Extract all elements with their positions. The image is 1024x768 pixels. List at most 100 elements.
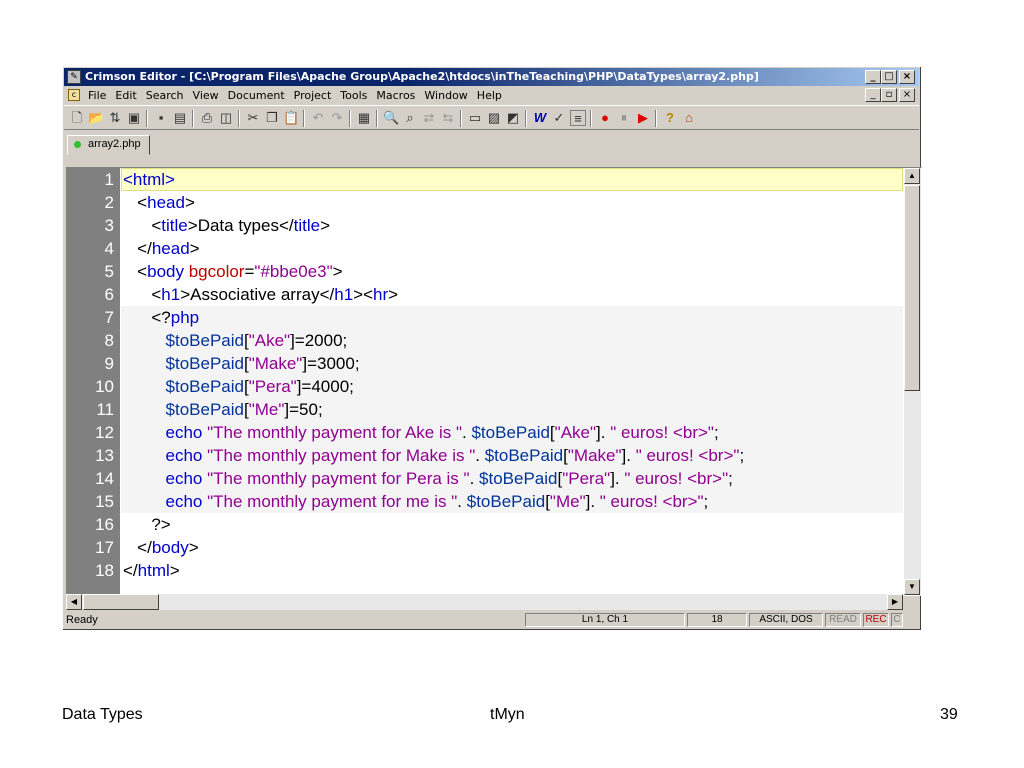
scroll-down-button[interactable]: ▼ (904, 579, 920, 595)
scroll-left-button[interactable]: ◀ (66, 594, 82, 610)
code-token: head (151, 239, 190, 258)
replace-icon[interactable]: ⇄ (421, 110, 437, 126)
pause-macro-icon[interactable]: ⏸ (616, 110, 632, 126)
code-line[interactable]: 18 </html> (67, 559, 903, 582)
new-file-icon[interactable]: 🗋 (69, 110, 85, 126)
code-line[interactable]: 10 $toBePaid["Pera"]=4000; (67, 375, 903, 398)
line-number: 15 (95, 492, 114, 511)
tab-array2-php[interactable]: array2.php (67, 135, 150, 155)
toggle-directory-icon[interactable]: ▨ (486, 110, 502, 126)
code-line[interactable]: 1 <html> (67, 168, 903, 191)
menu-file[interactable]: File (88, 89, 106, 102)
horizontal-scroll-thumb[interactable] (83, 594, 159, 610)
code-token: title (293, 216, 321, 235)
menu-help[interactable]: Help (477, 89, 502, 102)
paste-icon[interactable]: 📋 (283, 110, 299, 126)
vertical-scroll-thumb[interactable] (904, 185, 920, 391)
encoding: ASCII, DOS (749, 613, 823, 627)
find-icon[interactable]: 🔍 (383, 110, 399, 126)
document-icon[interactable]: c (68, 89, 80, 101)
code-token: > (332, 262, 343, 281)
code-line[interactable]: 13 echo "The monthly payment for Make is… (67, 444, 903, 467)
scroll-up-button[interactable]: ▲ (904, 168, 920, 184)
doc-minimize-button[interactable]: _ (865, 88, 881, 102)
find-next-icon[interactable]: ⌕ (402, 110, 418, 126)
code-token: $toBePaid (165, 331, 244, 350)
word-wrap-icon[interactable]: W (532, 110, 548, 126)
code-line[interactable]: 6 <h1>Associative array</h1><hr> (67, 283, 903, 306)
code-line[interactable]: 8 $toBePaid["Ake"]=2000; (67, 329, 903, 352)
code-line[interactable]: 2 <head> (67, 191, 903, 214)
code-line[interactable]: 7 <?php (67, 306, 903, 329)
doc-close-button[interactable]: × (899, 88, 915, 102)
menu-search[interactable]: Search (146, 89, 184, 102)
column-mode-indicator: C (891, 613, 903, 627)
cut-icon[interactable]: ✂ (245, 110, 261, 126)
code-line[interactable]: 9 $toBePaid["Make"]=3000; (67, 352, 903, 375)
title-bar[interactable]: ✎ Crimson Editor - [C:\Program Files\Apa… (64, 68, 919, 86)
app-icon[interactable]: ✎ (67, 70, 81, 84)
code-token: php (170, 308, 200, 327)
status-ready: Ready (66, 614, 98, 626)
open-file-icon[interactable]: 📂 (88, 110, 104, 126)
menu-tools[interactable]: Tools (340, 89, 367, 102)
replace-all-icon[interactable]: ⇆ (440, 110, 456, 126)
line-numbers-icon[interactable]: ≡ (570, 110, 586, 126)
record-indicator: REC (863, 613, 889, 627)
code-line[interactable]: 12 echo "The monthly payment for Ake is … (67, 421, 903, 444)
code-line[interactable]: 17 </body> (67, 536, 903, 559)
column-mode-icon[interactable]: ▦ (356, 110, 372, 126)
code-line[interactable]: 16 ?> (67, 513, 903, 536)
line-number: 18 (95, 561, 114, 580)
copy-icon[interactable]: ❐ (264, 110, 280, 126)
horizontal-scrollbar[interactable]: ◀ ▶ (66, 594, 903, 610)
play-macro-icon[interactable]: ▶ (635, 110, 651, 126)
menu-document[interactable]: Document (228, 89, 285, 102)
vertical-scrollbar[interactable]: ▲ ▼ (904, 168, 921, 595)
code-line[interactable]: 11 $toBePaid["Me"]=50; (67, 398, 903, 421)
code-editor[interactable]: 1 <html> 2 <head> 3 <title>Data types</titl… (66, 167, 922, 596)
record-macro-icon[interactable]: ● (597, 110, 613, 126)
open-project-icon[interactable]: ▣ (126, 110, 142, 126)
open-remote-icon[interactable]: ⇅ (107, 110, 123, 126)
spell-check-icon[interactable]: ✓ (551, 110, 567, 126)
scroll-right-button[interactable]: ▶ (887, 594, 903, 610)
minimize-button[interactable]: _ (865, 70, 881, 84)
save-all-icon[interactable]: ▤ (172, 110, 188, 126)
print-preview-icon[interactable]: ◫ (218, 110, 234, 126)
print-icon[interactable]: ⎙ (199, 110, 215, 126)
undo-icon[interactable]: ↶ (310, 110, 326, 126)
code-text: </html> (123, 559, 180, 582)
code-token: echo (165, 492, 208, 511)
redo-icon[interactable]: ↷ (329, 110, 345, 126)
doc-restore-button[interactable]: ▫ (881, 88, 897, 102)
maximize-button[interactable]: □ (881, 70, 897, 84)
menu-macros[interactable]: Macros (376, 89, 415, 102)
code-token: ]=2000; (290, 331, 348, 350)
menu-edit[interactable]: Edit (115, 89, 136, 102)
slide-footer-author: tMyn (490, 706, 525, 723)
close-button[interactable]: × (899, 70, 915, 84)
code-line[interactable]: 3 <title>Data types</title> (67, 214, 903, 237)
code-text: echo "The monthly payment for Make is ".… (123, 444, 745, 467)
code-token: ]=4000; (296, 377, 354, 396)
toolbar-separator (525, 110, 527, 127)
preview-icon[interactable]: ◩ (505, 110, 521, 126)
code-token: = (244, 262, 255, 281)
menu-window[interactable]: Window (424, 89, 467, 102)
code-line[interactable]: 14 echo "The monthly payment for Pera is… (67, 467, 903, 490)
code-token: "#bbe0e3" (254, 262, 333, 281)
home-icon[interactable]: ⌂ (681, 110, 697, 126)
code-line[interactable]: 15 echo "The monthly payment for me is "… (67, 490, 903, 513)
code-line[interactable]: 5 <body bgcolor="#bbe0e3"> (67, 260, 903, 283)
help-icon[interactable]: ? (662, 110, 678, 126)
toggle-output-icon[interactable]: ▭ (467, 110, 483, 126)
code-line[interactable]: 4 </head> (67, 237, 903, 260)
menu-project[interactable]: Project (294, 89, 332, 102)
code-token: $toBePaid (466, 492, 546, 511)
menu-view[interactable]: View (193, 89, 219, 102)
save-icon[interactable]: ▪ (153, 110, 169, 126)
